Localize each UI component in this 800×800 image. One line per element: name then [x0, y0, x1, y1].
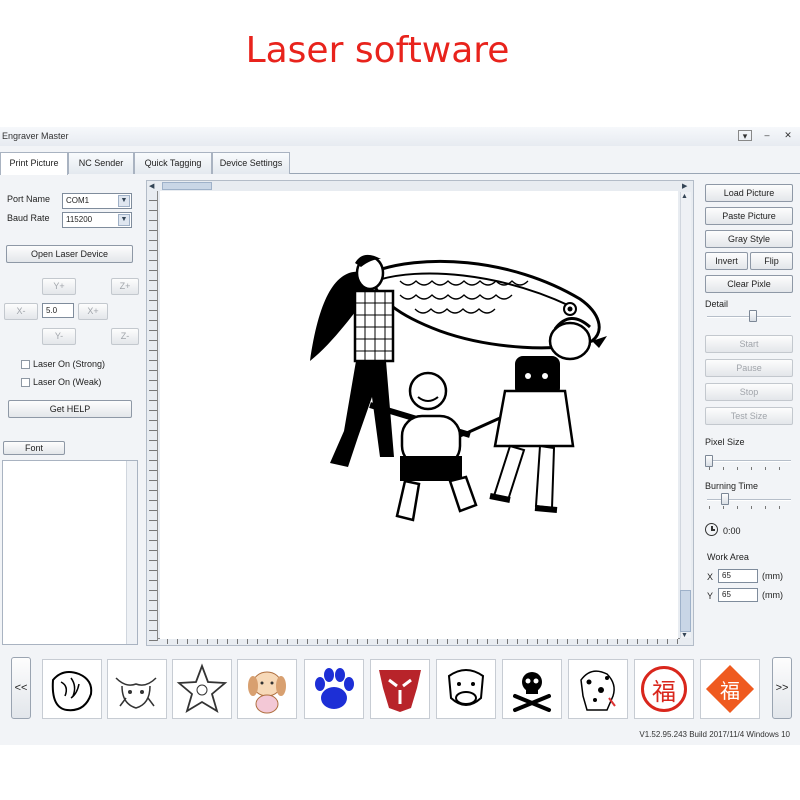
pixel-size-label: Pixel Size: [705, 437, 745, 447]
gallery-item-paw-print[interactable]: [304, 659, 364, 719]
version-label: V1.52.95.243 Build 2017/11/4 Windows 10: [639, 730, 790, 739]
title-bar: [0, 127, 800, 146]
gallery-prev-button[interactable]: <<: [11, 657, 31, 719]
cow-drawing-image: [447, 669, 485, 706]
headline: Laser software: [245, 30, 510, 71]
engraving-canvas[interactable]: [160, 191, 678, 639]
gallery-item-transformer-logo[interactable]: [370, 659, 430, 719]
baud-rate-label: Baud Rate: [7, 213, 50, 223]
hand-drawing-image: [51, 671, 93, 712]
start-button[interactable]: Start: [705, 335, 793, 353]
stop-button[interactable]: Stop: [705, 383, 793, 401]
fu-diamond-char: 福: [720, 679, 740, 703]
scroll-right-icon[interactable]: ▶: [682, 182, 691, 191]
get-help-button[interactable]: Get HELP: [8, 400, 132, 418]
gallery-item-star-drawing[interactable]: [172, 659, 232, 719]
y-plus-button[interactable]: Y+: [42, 278, 76, 295]
z-minus-button[interactable]: Z-: [111, 328, 139, 345]
tab-device-settings[interactable]: Device Settings: [212, 152, 290, 174]
port-name-value: COM1: [66, 196, 90, 205]
load-picture-button[interactable]: Load Picture: [705, 184, 793, 202]
work-area-y-label: Y: [707, 591, 714, 601]
fu-seal-char: 福: [652, 678, 676, 706]
pixel-size-ticks: [709, 467, 793, 470]
clear-pixle-button[interactable]: Clear Pixle: [705, 275, 793, 293]
transformer-logo-image: [379, 670, 421, 712]
vertical-ruler: [149, 191, 158, 641]
tab-nc-sender[interactable]: NC Sender: [68, 152, 134, 174]
paste-picture-button[interactable]: Paste Picture: [705, 207, 793, 225]
work-area-x-unit: (mm): [762, 571, 783, 581]
work-area-x-label: X: [707, 572, 714, 582]
close-icon[interactable]: ✕: [781, 130, 795, 141]
gallery-item-skull-crossbones[interactable]: [502, 659, 562, 719]
port-name-label: Port Name: [7, 194, 51, 204]
gallery-item-hand-drawing[interactable]: [42, 659, 102, 719]
flip-button[interactable]: Flip: [750, 252, 793, 270]
minimize-icon[interactable]: –: [760, 130, 774, 141]
baud-rate-value: 115200: [66, 215, 93, 224]
paw-print-image: [315, 668, 354, 709]
font-button[interactable]: Font: [3, 441, 65, 455]
clock-icon: [705, 523, 718, 536]
pause-button[interactable]: Pause: [705, 359, 793, 377]
x-plus-button[interactable]: X+: [78, 303, 108, 320]
z-plus-button[interactable]: Z+: [111, 278, 139, 295]
gallery-item-dalmatian-drawing[interactable]: [568, 659, 628, 719]
gallery-item-cow-drawing[interactable]: [436, 659, 496, 719]
laser-weak-label: Laser On (Weak): [33, 377, 102, 387]
gallery-item-puppy-drawing[interactable]: [237, 659, 297, 719]
chevron-down-icon[interactable]: ▼: [118, 214, 130, 226]
gallery-next-button[interactable]: >>: [772, 657, 792, 719]
x-minus-button[interactable]: X-: [4, 303, 38, 320]
chevron-down-icon[interactable]: ▼: [118, 195, 130, 207]
gallery-item-fu-seal[interactable]: 福: [634, 659, 694, 719]
work-area-y-unit: (mm): [762, 590, 783, 600]
burning-time-ticks: [709, 506, 793, 509]
text-input-area[interactable]: [2, 460, 138, 645]
burning-time-slider-thumb[interactable]: [721, 493, 729, 505]
skull-crossbones-image: [513, 672, 551, 712]
laser-strong-label: Laser On (Strong): [33, 359, 106, 369]
invert-button[interactable]: Invert: [705, 252, 748, 270]
burning-time-slider-track[interactable]: [707, 499, 791, 501]
tab-quick-tagging[interactable]: Quick Tagging: [134, 152, 212, 174]
gallery-item-bull-drawing[interactable]: [107, 659, 167, 719]
work-area-x-input[interactable]: 65: [718, 569, 758, 583]
gray-style-button[interactable]: Gray Style: [705, 230, 793, 248]
horizontal-scroll-thumb[interactable]: [162, 182, 212, 190]
work-area-label: Work Area: [707, 552, 749, 562]
window-title: Engraver Master: [2, 131, 69, 141]
pixel-size-slider-thumb[interactable]: [705, 455, 713, 467]
pixel-size-slider-track[interactable]: [707, 460, 791, 462]
open-laser-device-button[interactable]: Open Laser Device: [6, 245, 133, 263]
burning-time-label: Burning Time: [705, 481, 759, 491]
laser-weak-checkbox[interactable]: [21, 378, 30, 387]
text-area-scrollbar[interactable]: [126, 461, 137, 644]
test-size-button[interactable]: Test Size: [705, 407, 793, 425]
puppy-drawing-image: [248, 671, 286, 714]
gallery-item-fu-diamond[interactable]: 福: [700, 659, 760, 719]
y-minus-button[interactable]: Y-: [42, 328, 76, 345]
port-name-select[interactable]: COM1 ▼: [62, 193, 132, 209]
tab-print-picture[interactable]: Print Picture: [0, 152, 68, 175]
detail-label: Detail: [705, 299, 729, 309]
dalmatian-drawing-image: [580, 670, 616, 711]
vertical-scroll-thumb[interactable]: [680, 590, 691, 632]
detail-slider-thumb[interactable]: [749, 310, 757, 322]
star-drawing-image: [176, 663, 228, 713]
bull-drawing-image: [115, 677, 157, 709]
laser-strong-checkbox[interactable]: [21, 360, 30, 369]
menu-dropdown-icon[interactable]: ▾: [738, 130, 752, 141]
baud-rate-select[interactable]: 115200 ▼: [62, 212, 132, 228]
vertical-scrollbar[interactable]: [680, 192, 691, 638]
timer-value: 0:00: [723, 526, 741, 536]
work-area-y-input[interactable]: 65: [718, 588, 758, 602]
scroll-left-icon[interactable]: ◀: [149, 182, 158, 191]
step-input[interactable]: 5.0: [42, 303, 74, 318]
scroll-up-icon[interactable]: ▲: [681, 193, 688, 200]
scroll-down-icon[interactable]: ▼: [681, 632, 688, 639]
cartoon-fish-carriers-image: [310, 254, 607, 522]
